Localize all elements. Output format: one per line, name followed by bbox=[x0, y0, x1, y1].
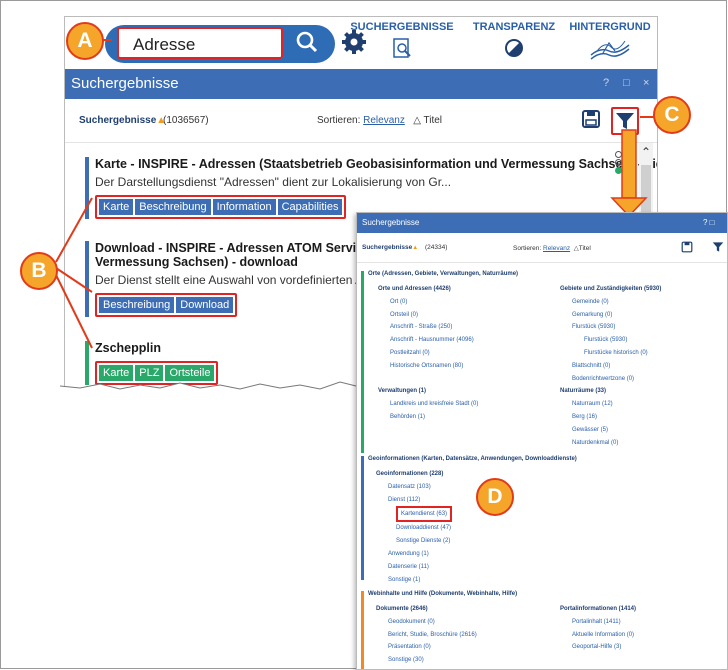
facet-option[interactable]: Postleitzahl (0) bbox=[378, 347, 478, 360]
facet-column-right: Gebiete und Zuständigkeiten (5930) Gemein… bbox=[560, 283, 661, 449]
section-title: Geoinformationen (Karten, Datensätze, An… bbox=[368, 456, 577, 462]
facet-group-heading[interactable]: Portalinformationen (1414) bbox=[560, 603, 636, 616]
facet-column-left: Geoinformationen (228) Datensatz (103) Die… bbox=[376, 468, 453, 587]
facet-option[interactable]: Gemarkung (0) bbox=[560, 309, 661, 322]
panel2-results-label: Suchergebnisse▲ bbox=[362, 244, 419, 251]
section-title: Orte (Adressen, Gebiete, Verwaltungen, N… bbox=[368, 271, 519, 277]
facet-option[interactable]: Berg (16) bbox=[560, 411, 661, 424]
facet-section-geoinformationen: Geoinformationen (Karten, Datensätze, An… bbox=[361, 456, 721, 583]
facet-option[interactable] bbox=[378, 373, 478, 386]
facet-column-left: Orte und Adressen (4426) Ort (0) Ortsteil … bbox=[378, 283, 478, 424]
facet-option[interactable]: Behörden (1) bbox=[378, 411, 478, 424]
facet-option[interactable]: Flurstücke historisch (0) bbox=[560, 347, 661, 360]
facet-option[interactable]: Sonstige (1) bbox=[376, 574, 452, 587]
facet-option[interactable]: Anschrift - Hausnummer (4096) bbox=[378, 334, 478, 347]
facet-option[interactable]: Datenserie (11) bbox=[376, 561, 452, 574]
callout-c: C bbox=[653, 96, 691, 134]
facet-group-heading[interactable]: Dokumente (2646) bbox=[376, 603, 477, 616]
facet-option[interactable]: Gemeinde (0) bbox=[560, 296, 661, 309]
panel2-results-header: Suchergebnisse▲ (24334) Sortieren: Relev… bbox=[357, 233, 727, 263]
save-icon[interactable] bbox=[681, 241, 693, 255]
panel2-sort-controls: Sortieren: Relevanz △Titel bbox=[513, 245, 591, 252]
panel2-sort-title[interactable]: Titel bbox=[579, 245, 591, 252]
facet-option[interactable]: Präsentation (0) bbox=[376, 641, 477, 654]
section-title: Webinhalte und Hilfe (Dokumente, Webinha… bbox=[368, 591, 518, 597]
facet-option[interactable]: Ort (0) bbox=[378, 296, 478, 309]
facet-option[interactable]: Naturdenkmal (0) bbox=[560, 437, 661, 450]
facet-option-highlighted: Kartendienst (63) bbox=[396, 506, 453, 523]
facet-option[interactable]: Naturraum (12) bbox=[560, 398, 661, 411]
facet-option[interactable]: Datensatz (103) bbox=[376, 481, 452, 494]
facet-column-right: Portalinformationen (1414) Portalinhalt (… bbox=[560, 603, 636, 654]
facet-option[interactable]: Blattschnitt (0) bbox=[560, 360, 661, 373]
panel2-sort-relevance[interactable]: Relevanz bbox=[543, 245, 570, 252]
filter-icon[interactable] bbox=[711, 240, 725, 256]
panel2-results-count: (24334) bbox=[425, 244, 448, 251]
panel2-window-controls[interactable]: ? □ bbox=[703, 218, 715, 227]
facet-option[interactable]: Landkreis und kreisfreie Stadt (0) bbox=[378, 398, 478, 411]
panel2-title-bar: Suchergebnisse ? □ bbox=[357, 213, 727, 233]
facet-group-heading[interactable]: Naturräume (33) bbox=[560, 385, 661, 398]
facet-option[interactable]: Kartendienst (63) bbox=[376, 506, 453, 523]
facet-section-webinhalte: Webinhalte und Hilfe (Dokumente, Webinha… bbox=[361, 591, 721, 669]
facet-option[interactable]: Anschrift - Straße (250) bbox=[378, 321, 478, 334]
facet-section-orte: Orte (Adressen, Gebiete, Verwaltungen, N… bbox=[361, 271, 721, 453]
panel2-title: Suchergebnisse bbox=[362, 218, 420, 227]
facet-group-heading[interactable]: Gebiete und Zuständigkeiten (5930) bbox=[560, 283, 661, 296]
facet-option[interactable]: Sonstige (30) bbox=[376, 654, 477, 667]
filtered-results-panel: Suchergebnisse ? □ Suchergebnisse▲ (2433… bbox=[356, 212, 728, 670]
facet-option[interactable]: Anwendung (1) bbox=[376, 548, 452, 561]
facet-option[interactable]: Gewässer (5) bbox=[560, 424, 661, 437]
facet-option[interactable]: Bericht, Studie, Broschüre (2616) bbox=[376, 629, 477, 642]
facet-option[interactable]: Sonstige Dienste (2) bbox=[376, 535, 452, 548]
facet-column-left: Dokumente (2646) Geodokument (0) Bericht, … bbox=[376, 603, 477, 667]
facet-option[interactable]: Historische Ortsnamen (80) bbox=[378, 360, 478, 373]
facet-option[interactable]: Geoportal-Hilfe (3) bbox=[560, 641, 636, 654]
facet-option[interactable]: Portalinhalt (1411) bbox=[560, 616, 636, 629]
callout-a: A bbox=[66, 22, 104, 60]
callout-b: B bbox=[20, 252, 58, 290]
facet-group-heading[interactable]: Geoinformationen (228) bbox=[376, 468, 452, 481]
facet-group-heading[interactable]: Orte und Adressen (4426) bbox=[378, 283, 478, 296]
facet-option[interactable]: Ortsteil (0) bbox=[378, 309, 478, 322]
facet-option[interactable]: Flurstück (5930) bbox=[560, 321, 661, 334]
facet-option[interactable]: Dienst (112) bbox=[376, 494, 452, 507]
facet-option[interactable]: Bodenrichtwertzone (0) bbox=[560, 373, 661, 386]
facet-option[interactable]: Flurstück (5930) bbox=[560, 334, 661, 347]
callout-d: D bbox=[476, 478, 514, 516]
facet-option[interactable]: Aktuelle Information (0) bbox=[560, 629, 636, 642]
facet-option[interactable]: Downloaddienst (47) bbox=[376, 522, 452, 535]
facet-option[interactable]: Geodokument (0) bbox=[376, 616, 477, 629]
facet-group-heading[interactable]: Verwaltungen (1) bbox=[378, 385, 478, 398]
